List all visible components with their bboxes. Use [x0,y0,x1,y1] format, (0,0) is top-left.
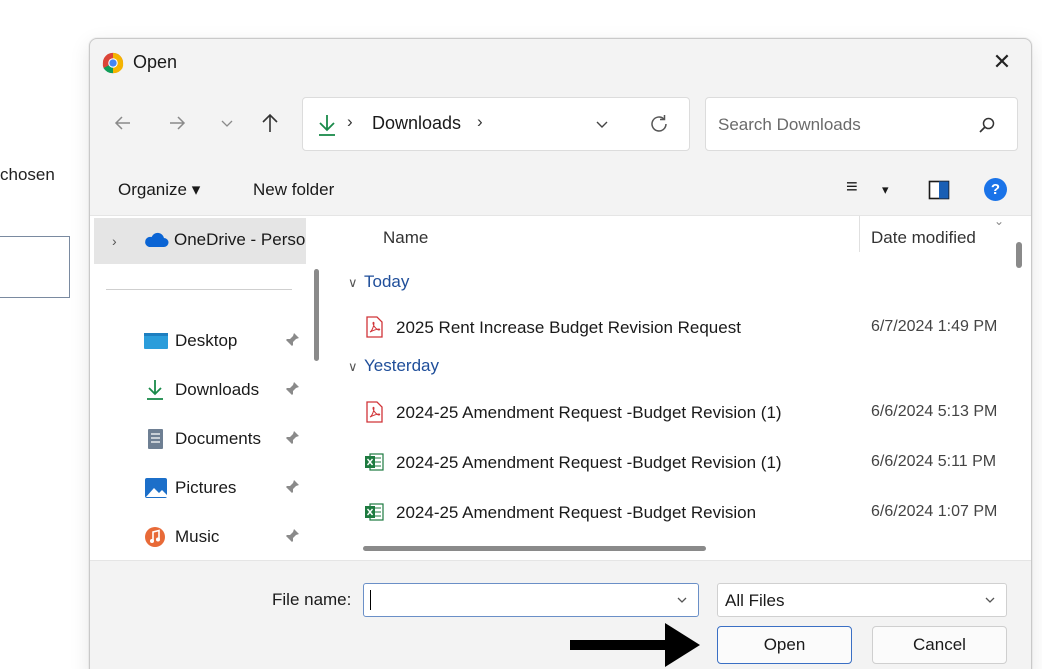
file-row[interactable]: 2025 Rent Increase Budget Revision Reque… [364,311,1014,345]
chevron-down-icon [985,597,995,603]
file-name-input[interactable] [363,583,699,617]
pin-icon[interactable] [284,479,300,495]
file-list-scrollbar[interactable] [1016,242,1022,268]
pin-icon[interactable] [284,528,300,544]
file-name-label: File name: [272,590,352,609]
file-name: 2024-25 Amendment Request -Budget Revisi… [396,453,782,472]
up-button[interactable] [256,109,284,137]
sidebar-item-label: Downloads [175,380,260,399]
dialog-title: Open [133,52,178,72]
sidebar-item-label: Music [175,527,220,546]
file-date: 6/6/2024 1:07 PM [871,503,998,520]
pin-icon[interactable] [284,430,300,446]
search-placeholder: Search Downloads [718,115,861,134]
breadcrumb-downloads[interactable]: Downloads [372,113,461,134]
excel-file-icon [365,453,384,471]
group-label: Yesterday [364,356,439,375]
annotation-arrow-icon [570,623,700,667]
download-arrow-icon [319,115,335,136]
sidebar-item-onedrive-label[interactable]: OneDrive - Personal [174,230,306,250]
group-label: Today [364,272,410,291]
back-button[interactable] [109,109,137,137]
chevron-down-icon[interactable] [674,592,690,608]
file-row[interactable]: 2024-25 Amendment Request -Budget Revisi… [364,396,1014,430]
file-name: 2024-25 Amendment Request -Budget Revisi… [396,403,782,422]
sidebar-divider [106,289,292,290]
cancel-button[interactable]: Cancel [872,626,1007,664]
text-caret [370,590,371,610]
file-name: 2024-25 Amendment Request -Budget Revisi… [396,503,757,522]
forward-button[interactable] [163,109,191,137]
file-type-select[interactable]: All Files [717,583,1007,617]
breadcrumb-separator: › [347,112,353,131]
file-date: 6/6/2024 5:11 PM [871,453,997,470]
excel-file-icon [365,503,384,521]
file-name: 2025 Rent Increase Budget Revision Reque… [396,318,741,337]
sidebar-item-label: Pictures [175,478,237,497]
pdf-file-icon [366,316,383,338]
sidebar-item-label: Desktop [175,331,238,350]
chrome-icon [102,52,124,74]
desktop-icon [144,333,168,349]
view-options-icon[interactable]: ≡ [846,176,858,199]
column-header-date-modified[interactable]: Date modified [871,228,976,248]
pin-icon[interactable] [284,332,300,348]
document-icon [148,429,163,449]
file-row[interactable]: 2024-25 Amendment Request -Budget Revisi… [364,446,1014,480]
column-header-name[interactable]: Name [383,228,428,248]
address-bar[interactable]: › Downloads › [302,97,690,151]
sidebar-expand-chevron[interactable]: › [112,233,117,249]
file-date: 6/6/2024 5:13 PM [871,403,998,420]
open-button[interactable]: Open [717,626,852,664]
chevron-down-icon: ∨ [348,275,358,290]
search-icon [979,117,995,133]
new-folder-button[interactable]: New folder [253,180,334,200]
refresh-icon[interactable] [647,112,671,136]
preview-pane-icon[interactable] [928,179,950,201]
arrow-left-icon [114,116,130,130]
help-icon[interactable]: ? [984,178,1007,201]
sidebar-item-label: Documents [175,429,261,448]
recent-locations-button[interactable] [213,109,241,137]
arrow-up-icon [262,113,278,132]
chevron-down-icon: ∨ [348,359,358,374]
address-history-dropdown-icon[interactable] [592,114,612,134]
chevron-down-icon [221,120,233,127]
file-row[interactable]: 2024-25 Amendment Request -Budget Revisi… [364,496,1014,530]
file-list-horizontal-scrollbar[interactable] [363,546,706,551]
sidebar-scrollbar[interactable] [314,269,319,361]
cloud-icon [145,232,169,247]
navigation-sidebar: › OneDrive - Personal Desktop Downloads [90,216,325,560]
content-pane: › OneDrive - Personal Desktop Downloads [90,215,1031,561]
search-input[interactable]: Search Downloads [705,97,1018,151]
download-arrow-icon [147,380,163,400]
dialog-titlebar: Open ✕ [90,39,1031,85]
sort-chevron-icon: ⌄ [994,216,1005,228]
pin-icon[interactable] [284,381,300,397]
background-input-box [0,236,70,298]
arrow-right-icon [170,116,186,130]
organize-menu[interactable]: Organize ▾ [118,180,200,200]
file-list: Name Date modified ⌄ ∨ Today 2025 Rent In… [334,216,1031,560]
breadcrumb-separator[interactable]: › [477,112,483,132]
pdf-file-icon [366,401,383,423]
view-options-dropdown[interactable]: ▾ [882,182,889,198]
column-divider[interactable] [859,216,860,252]
file-type-value: All Files [725,591,785,610]
group-header-today[interactable]: ∨ Today [348,272,409,292]
background-partial-label: chosen [0,165,55,184]
music-icon [145,527,165,547]
open-file-dialog: Open ✕ › Downloads › Search Downloads Or… [89,38,1032,669]
close-button[interactable]: ✕ [987,48,1017,76]
group-header-yesterday[interactable]: ∨ Yesterday [348,356,439,376]
file-date: 6/7/2024 1:49 PM [871,318,998,335]
picture-icon [145,478,167,498]
